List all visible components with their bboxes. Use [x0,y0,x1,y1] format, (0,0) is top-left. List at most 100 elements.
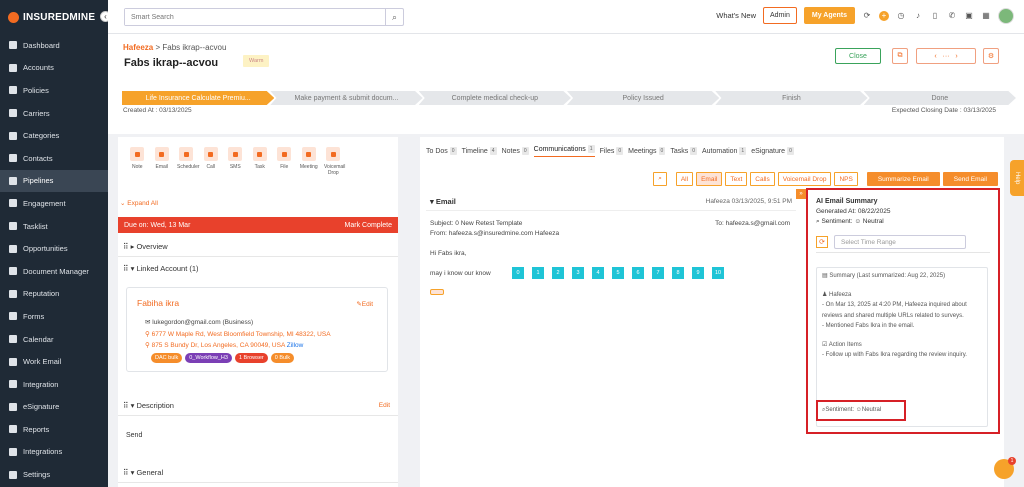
scheduler-action[interactable]: Scheduler [177,147,200,176]
note-action[interactable]: Note [128,147,147,176]
stage-item[interactable]: Done [863,91,1016,105]
sidebar-item-reports[interactable]: Reports [0,418,108,441]
whats-new-link[interactable]: What's New [716,11,756,20]
sidebar-item-integrations[interactable]: Integrations [0,441,108,464]
general-section[interactable]: ⠿ ▾ General [118,462,398,483]
edit-description-button[interactable]: Edit [379,402,390,409]
summarize-email-button[interactable]: Summarize Email [866,172,940,186]
pager-buttons[interactable]: ‹ ··· › [916,48,976,64]
tag[interactable]: 0 Bulk [270,353,295,363]
tab-meetings[interactable]: Meetings 0 [628,145,666,157]
tab-timeline[interactable]: Timeline 4 [462,145,497,157]
avatar[interactable] [998,7,1014,24]
sidebar-item-reputation[interactable]: Reputation [0,283,108,306]
grid-icon[interactable]: ▦ [981,11,991,21]
call-action[interactable]: Call [202,147,221,176]
account-name[interactable]: Fabiha ikra [137,298,179,308]
file-action[interactable]: File [275,147,294,176]
search-icon[interactable]: ⌕ [653,172,667,186]
sidebar-item-pipelines[interactable]: Pipelines [0,169,108,193]
description-section[interactable]: ⠿ ▾ Description Edit [118,395,398,416]
rating-button[interactable]: 7 [652,267,664,279]
tab-esignature[interactable]: eSignature 0 [751,145,794,157]
time-range-select[interactable]: Select Time Range [834,235,966,249]
sidebar-item-tasklist[interactable]: Tasklist [0,215,108,238]
plus-icon[interactable]: + [879,10,889,21]
chip-icon[interactable]: ▣ [964,11,974,21]
rating-button[interactable]: 5 [612,267,624,279]
copy-button[interactable]: ⧉ [892,48,908,64]
overview-section[interactable]: ⠿ ▸ Overview [118,236,398,257]
rating-button[interactable]: 3 [572,267,584,279]
sidebar-item-forms[interactable]: Forms [0,305,108,328]
close-deal-button[interactable]: Close [835,48,881,64]
tab-automation[interactable]: Automation 1 [702,145,747,157]
stage-item[interactable]: Life Insurance Calculate Premiu... [122,91,275,105]
rating-button[interactable]: 8 [672,267,684,279]
account-email[interactable]: ✉ lukegordon@gmail.com (Business) [145,318,253,326]
admin-dropdown[interactable]: Admin [763,7,797,24]
sidebar-item-policies[interactable]: Policies [0,79,108,102]
rating-button[interactable]: 1 [532,267,544,279]
tag[interactable]: 1 Browser [234,353,268,363]
tab-todos[interactable]: To Dos 0 [426,145,457,157]
filter-all[interactable]: All [675,172,694,186]
stage-item[interactable]: Make payment & submit docum... [270,91,423,105]
meeting-action[interactable]: Meeting [300,147,319,176]
device-icon[interactable]: ▯ [930,11,940,21]
filter-email[interactable]: Email [696,172,723,186]
mark-complete-button[interactable]: Mark Complete [345,222,392,229]
filter-voicemail-drop[interactable]: Voicemail Drop [777,172,832,186]
filter-calls[interactable]: Calls [750,172,775,186]
filter-text[interactable]: Text [725,172,748,186]
phone-icon[interactable]: ✆ [947,11,957,21]
rating-button[interactable]: 9 [692,267,704,279]
refresh-icon[interactable]: ⟳ [862,11,872,21]
help-tab[interactable]: Help [1010,160,1024,196]
sidebar-item-carriers[interactable]: Carriers [0,102,108,125]
tag[interactable]: DAC bulk [151,353,183,363]
sidebar-item-opportunities[interactable]: Opportunities [0,237,108,260]
search-icon[interactable]: ⌕ [385,9,403,25]
chat-launcher[interactable]: 1 [994,457,1016,479]
stage-item[interactable]: Finish [715,91,868,105]
sidebar-item-document-manager[interactable]: Document Manager [0,260,108,283]
refresh-icon[interactable]: ⟳ [816,236,828,248]
zillow-link[interactable]: Zillow [287,342,304,349]
account-address-1[interactable]: ⚲ 6777 W Maple Rd, West Bloomfield Towns… [145,330,331,338]
task-action[interactable]: Task [251,147,270,176]
rating-button[interactable]: 10 [712,267,724,279]
filter-nps[interactable]: NPS [834,172,858,186]
sidebar-item-contacts[interactable]: Contacts [0,147,108,170]
tab-notes[interactable]: Notes 0 [502,145,529,157]
sms-action[interactable]: SMS [226,147,245,176]
tab-files[interactable]: Files 0 [600,145,624,157]
voicemail-drop-action[interactable]: Voicemail Drop [324,147,345,176]
settings-button[interactable]: ⚙ [983,48,999,64]
sidebar-item-work-email[interactable]: Work Email [0,350,108,373]
email-action[interactable]: Email [153,147,172,176]
linked-account-section[interactable]: ⠿ ▾ Linked Account (1) [118,258,398,279]
sidebar-item-categories[interactable]: Categories [0,124,108,147]
rating-button[interactable]: 4 [592,267,604,279]
tab-tasks[interactable]: Tasks 0 [670,145,697,157]
warm-badge[interactable]: Warm [243,55,270,67]
sidebar-item-esignature[interactable]: eSignature [0,396,108,419]
email-header[interactable]: ▾ Email Hafeeza 03/13/2025, 9:51 PM [426,193,796,211]
sidebar-item-accounts[interactable]: Accounts [0,57,108,80]
more-content-toggle[interactable] [430,289,444,295]
stage-item[interactable]: Policy Issued [566,91,720,105]
edit-account-button[interactable]: ✎Edit [356,300,373,308]
tag[interactable]: 0_Workflow_H3 [185,353,232,363]
rating-button[interactable]: 2 [552,267,564,279]
expand-all-link[interactable]: ⌄ Expand All [118,199,158,207]
search-input[interactable] [125,9,385,25]
stage-item[interactable]: Complete medical check-up [418,91,571,105]
rating-button[interactable]: 0 [512,267,524,279]
account-address-2[interactable]: ⚲ 875 S Bundy Dr, Los Angeles, CA 90049,… [145,341,303,349]
sidebar-item-integration[interactable]: Integration [0,373,108,396]
sidebar-item-engagement[interactable]: Engagement [0,192,108,215]
my-agents-button[interactable]: My Agents [803,7,855,24]
collapse-summary-button[interactable]: » [796,189,806,199]
send-email-button[interactable]: Send Email [942,172,998,186]
